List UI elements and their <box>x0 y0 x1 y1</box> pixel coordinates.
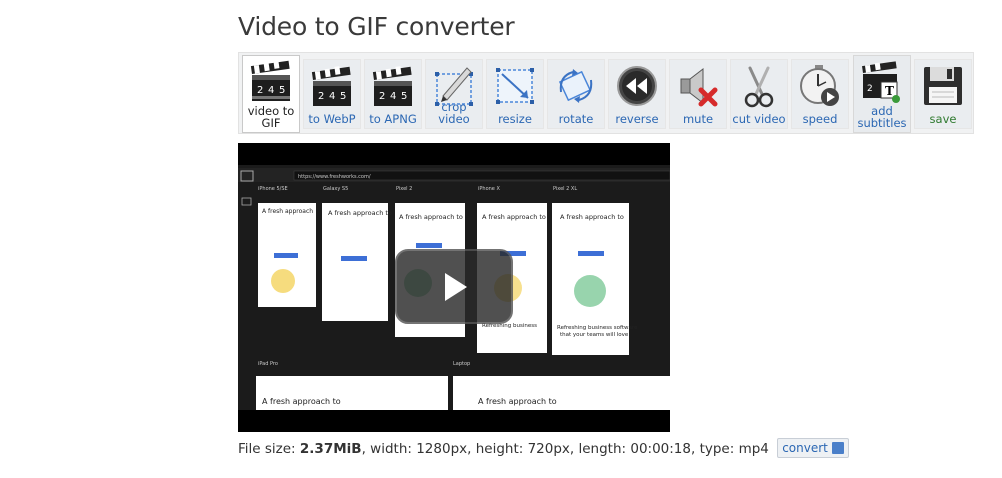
video-preview[interactable]: https://www.freshworks.com/ iPhone 5/SE … <box>238 143 670 432</box>
clapperboard-icon: 2 4 5 <box>250 60 290 101</box>
subheadline: Refreshing business software <box>557 325 638 331</box>
clapperboard-icon: 2 4 5 <box>372 66 412 106</box>
subheadline: that your teams will love <box>560 332 629 338</box>
tool-speed[interactable]: speed <box>791 59 849 129</box>
tool-label: save <box>929 112 957 126</box>
clapperboard-icon: 2 4 5 <box>311 66 351 106</box>
svg-text:5: 5 <box>279 85 285 96</box>
tool-resize[interactable]: resize <box>486 59 544 129</box>
svg-text:2: 2 <box>318 91 324 102</box>
scissors-icon <box>744 66 774 108</box>
tool-label: resize <box>498 112 532 126</box>
clapperboard-text-icon: 2 T <box>862 61 900 103</box>
tool-label: to APNG <box>369 112 417 126</box>
stopwatch-icon <box>800 65 839 106</box>
tool-reverse[interactable]: reverse <box>608 59 666 129</box>
tool-to-webp[interactable]: 2 4 5 to WebP <box>303 59 361 129</box>
file-details: , width: 1280px, height: 720px, length: … <box>361 441 769 457</box>
device-label: Galaxy S5 <box>323 186 348 192</box>
page-title: Video to GIF converter <box>238 12 515 41</box>
tool-crop-video[interactable]: crop video <box>425 59 483 129</box>
file-info: File size: 2.37MiB, width: 1280px, heigh… <box>238 438 849 459</box>
svg-text:2: 2 <box>257 85 263 96</box>
tool-mute[interactable]: mute <box>669 59 727 129</box>
device-label: Laptop <box>453 361 470 367</box>
svg-text:4: 4 <box>268 85 274 96</box>
tool-cut-video[interactable]: cut video <box>730 59 788 129</box>
headline: A fresh approach to <box>262 397 341 406</box>
video-url: https://www.freshworks.com/ <box>298 174 371 180</box>
tool-save[interactable]: save <box>914 59 972 129</box>
toolbar: 2 4 5 video to GIF 2 4 5 to WebP 2 4 5 t… <box>238 52 974 134</box>
tool-label: add subtitles <box>857 104 907 130</box>
device-label: iPhone 5/SE <box>258 186 288 192</box>
device-label: iPhone X <box>478 186 500 192</box>
download-icon <box>831 441 844 454</box>
tool-label: rotate <box>558 112 594 126</box>
svg-text:T: T <box>885 84 894 98</box>
tool-label: reverse <box>615 112 659 126</box>
play-icon[interactable] <box>395 249 513 324</box>
tool-rotate[interactable]: rotate <box>547 59 605 129</box>
svg-text:5: 5 <box>401 91 407 102</box>
floppy-disk-icon <box>924 67 962 105</box>
device-label: iPad Pro <box>258 361 278 367</box>
tool-label: to WebP <box>308 112 356 126</box>
convert-button[interactable]: convert <box>777 438 849 458</box>
headline: A fresh approach <box>262 208 313 215</box>
svg-text:4: 4 <box>329 91 335 102</box>
tool-add-subtitles[interactable]: 2 T add subtitles <box>853 55 911 133</box>
file-size-label: File size: <box>238 441 300 457</box>
headline: A fresh approach to <box>482 213 546 221</box>
svg-text:2: 2 <box>379 91 385 102</box>
svg-text:4: 4 <box>390 91 396 102</box>
tool-label: mute <box>682 112 714 126</box>
tool-label: speed <box>802 112 838 126</box>
tool-video-to-gif[interactable]: 2 4 5 video to GIF <box>242 55 300 133</box>
speaker-mute-icon <box>680 67 718 107</box>
device-label: Pixel 2 <box>396 186 412 192</box>
file-size-value: 2.37MiB <box>299 441 362 457</box>
video-frame: https://www.freshworks.com/ iPhone 5/SE … <box>238 143 670 432</box>
tool-label: crop video <box>438 100 470 126</box>
svg-text:2: 2 <box>867 84 873 94</box>
resize-icon <box>496 68 534 104</box>
tool-label: video to GIF <box>247 104 295 130</box>
svg-text:5: 5 <box>340 91 346 102</box>
tool-label: cut video <box>732 112 786 126</box>
headline: A fresh approach to <box>328 209 392 217</box>
convert-label: convert <box>782 441 828 455</box>
rotate-icon <box>558 69 593 103</box>
headline: A fresh approach to <box>478 397 557 406</box>
rewind-icon <box>617 66 657 106</box>
device-label: Pixel 2 XL <box>553 186 577 192</box>
headline: A fresh approach to <box>560 213 624 221</box>
headline: A fresh approach to <box>399 213 463 221</box>
tool-to-apng[interactable]: 2 4 5 to APNG <box>364 59 422 129</box>
